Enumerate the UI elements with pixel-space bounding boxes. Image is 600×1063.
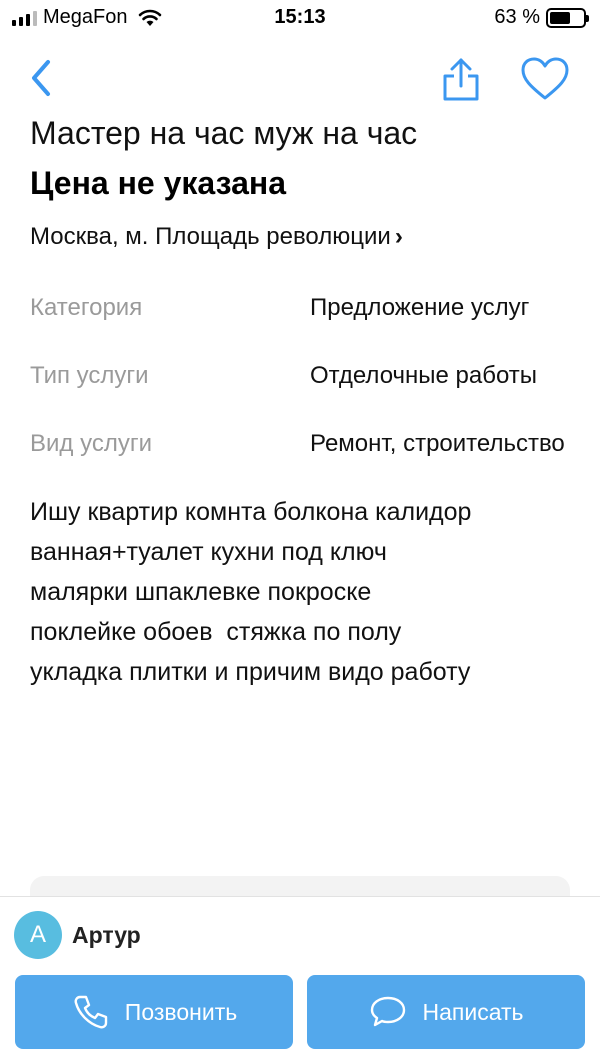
status-right: 63 % (494, 6, 589, 29)
back-button[interactable] (20, 56, 64, 100)
location-link[interactable]: Москва, м. Площадь революции › (30, 220, 570, 254)
call-button[interactable]: Позвонить (15, 975, 293, 1049)
heart-icon (521, 57, 569, 100)
param-label: Вид услуги (30, 430, 152, 457)
listing-price: Цена не указана (30, 165, 286, 201)
favorite-button[interactable] (518, 54, 572, 104)
write-button[interactable]: Написать (307, 975, 585, 1049)
params-list: Категория Предложение услуг Тип услуги О… (30, 288, 570, 464)
share-button[interactable] (436, 54, 486, 104)
share-icon (443, 58, 479, 101)
location-text: Москва, м. Площадь революции (30, 223, 391, 250)
param-row-category: Категория Предложение услуг (30, 288, 570, 328)
listing-title: Мастер на час муж на час (30, 115, 418, 151)
nav-bar (0, 40, 600, 120)
seller-name: Артур (72, 921, 141, 948)
battery-percent: 63 % (494, 6, 540, 28)
param-label: Тип услуги (30, 362, 149, 389)
listing-content: Мастер на час муж на час Цена не указана… (30, 110, 570, 692)
status-bar: MegaFon 15:13 63 % (0, 0, 600, 40)
param-value: Ремонт, строительство (310, 430, 565, 457)
battery-fill (550, 11, 571, 24)
param-value: Отделочные работы (310, 362, 538, 389)
contact-panel: А Артур Позвонить Написать (0, 896, 600, 1063)
phone-icon (74, 995, 107, 1029)
battery-icon (546, 7, 589, 28)
chevron-left-icon (32, 60, 50, 96)
param-row-service-type: Тип услуги Отделочные работы (30, 356, 570, 396)
param-row-service-kind: Вид услуги Ремонт, строительство (30, 424, 570, 464)
param-value: Предложение услуг (310, 294, 530, 321)
param-label: Категория (30, 294, 143, 321)
seller-info[interactable]: А Артур (14, 911, 141, 959)
call-label: Позвонить (124, 998, 238, 1025)
avatar: А (14, 911, 62, 959)
write-label: Написать (422, 998, 524, 1025)
listing-description: Ишу квартир комнта болкона калидор ванна… (30, 498, 472, 686)
chevron-right-icon: › (394, 223, 403, 250)
chat-bubble-icon (371, 996, 406, 1027)
